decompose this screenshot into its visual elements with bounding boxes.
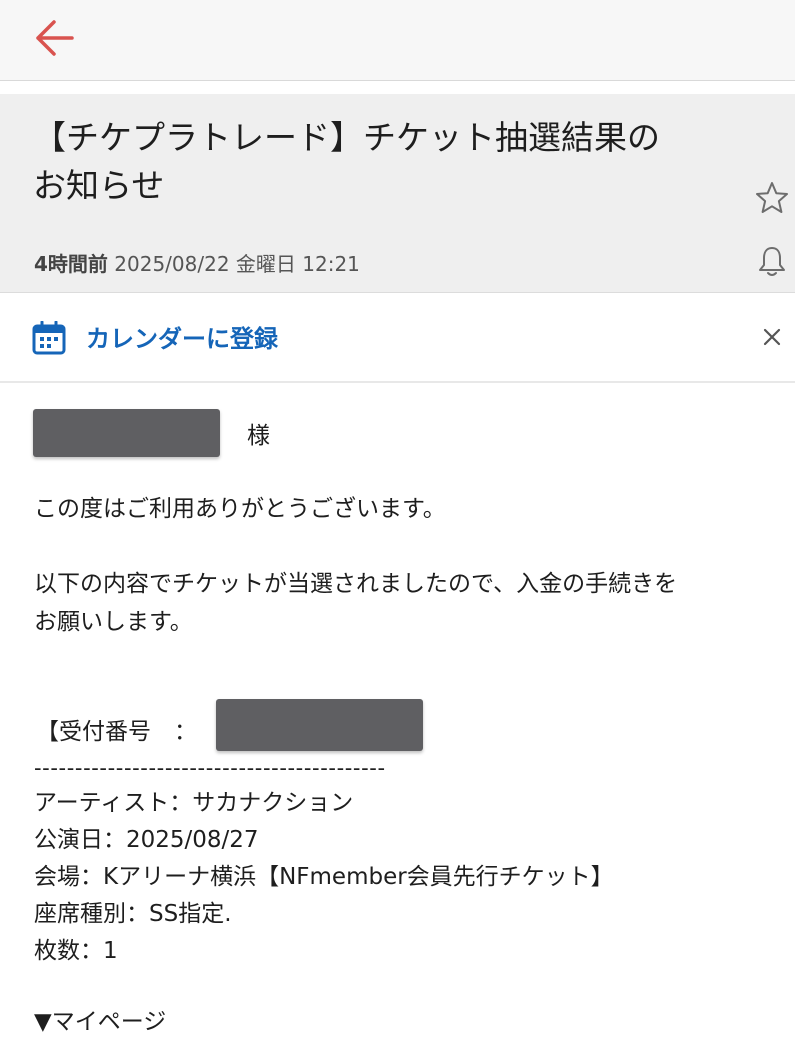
subject-line-1: 【チケプラトレード】チケット抽選結果の (33, 118, 660, 157)
add-to-calendar-link[interactable]: カレンダーに登録 (86, 319, 278, 354)
show-date-line: 公演日：2025/08/27 (34, 827, 259, 853)
ticket-count-line: 枚数：1 (34, 938, 118, 964)
close-calendar-button[interactable] (758, 323, 786, 351)
calendar-icon[interactable] (32, 321, 66, 355)
honorific: 様 (247, 423, 270, 449)
email-date: 2025/08/22 金曜日 12:21 (114, 252, 360, 276)
arrow-left-icon (36, 20, 74, 56)
reminder-button[interactable] (756, 244, 788, 278)
venue-line: 会場：Kアリーナ横浜【NFmember会員先行チケット】 (34, 864, 614, 890)
email-meta: 4時間前 2025/08/22 金曜日 12:21 (34, 248, 360, 277)
star-button[interactable] (754, 180, 790, 216)
notice-line-2: お願いします。 (34, 609, 193, 635)
calendar-bar: カレンダーに登録 (0, 293, 795, 383)
seat-type-line: 座席種別：SS指定. (34, 901, 232, 927)
artist-line: アーティスト：サカナクション (34, 790, 354, 816)
star-icon (756, 182, 788, 213)
subject-line-2: お知らせ (33, 166, 165, 205)
relative-time: 4時間前 (34, 252, 108, 276)
email-subject: 【チケプラトレード】チケット抽選結果の お知らせ (33, 114, 733, 210)
bell-icon (759, 247, 785, 276)
email-header: 【チケプラトレード】チケット抽選結果の お知らせ 4時間前 2025/08/22 … (0, 94, 795, 293)
redacted-name (33, 409, 220, 457)
close-icon (763, 328, 781, 346)
redacted-receipt-number (216, 699, 423, 751)
separator: ----------------------------------------… (34, 756, 386, 780)
mypage-heading: ▼マイページ (34, 1009, 167, 1035)
top-toolbar (0, 0, 795, 81)
greeting-text: この度はご利用ありがとうございます。 (34, 496, 446, 522)
back-button[interactable] (28, 14, 84, 62)
notice-line-1: 以下の内容でチケットが当選されましたので、入金の手続きを (34, 571, 678, 597)
receipt-label: 【受付番号 ： (36, 719, 197, 745)
